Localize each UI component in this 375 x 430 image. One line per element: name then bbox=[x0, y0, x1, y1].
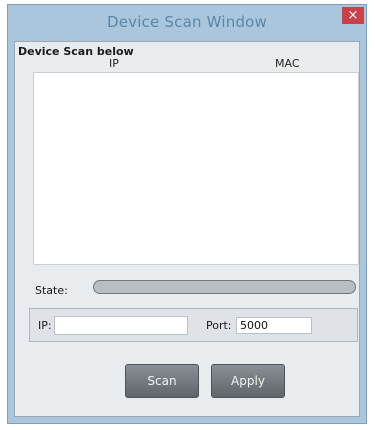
column-header-ip[interactable]: IP bbox=[109, 57, 119, 70]
connection-panel: IP: Port: bbox=[29, 308, 358, 342]
state-label: State: bbox=[35, 284, 68, 297]
port-input[interactable] bbox=[236, 317, 312, 334]
device-list[interactable] bbox=[33, 72, 359, 265]
close-icon[interactable]: × bbox=[342, 7, 364, 24]
window-client-area: Device Scan below IP MAC State: IP: Port… bbox=[14, 41, 360, 417]
ip-input[interactable] bbox=[54, 316, 188, 335]
scan-button[interactable]: Scan bbox=[125, 364, 199, 398]
title-bar[interactable]: Device Scan Window × bbox=[8, 5, 366, 41]
state-progress-bar bbox=[93, 280, 356, 294]
port-label: Port: bbox=[206, 319, 232, 332]
column-header-mac[interactable]: MAC bbox=[275, 57, 300, 70]
ip-label: IP: bbox=[38, 319, 52, 332]
apply-button[interactable]: Apply bbox=[211, 364, 285, 398]
device-scan-window: Device Scan Window × Device Scan below I… bbox=[7, 4, 367, 424]
window-title: Device Scan Window bbox=[106, 13, 268, 31]
